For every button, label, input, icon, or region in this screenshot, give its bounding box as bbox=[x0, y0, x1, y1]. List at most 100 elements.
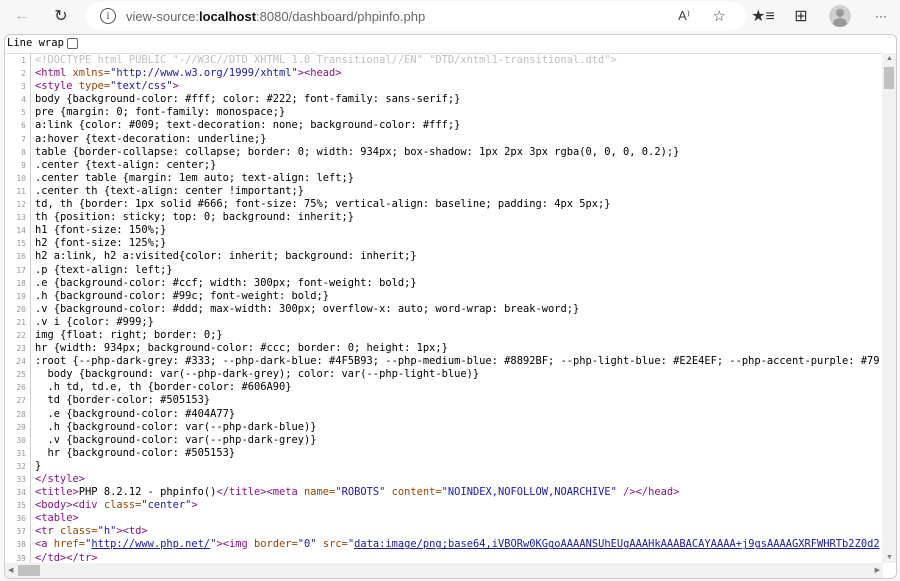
token-val: "NOINDEX,NOFOLLOW,NOARCHIVE" bbox=[441, 486, 617, 499]
source-link[interactable]: data:image/png;base64,iVBORw0KGgoAAAANSU… bbox=[354, 538, 879, 550]
line-content: h2 {font-size: 125%;} bbox=[31, 237, 166, 250]
token-attr: xmlns= bbox=[66, 67, 111, 80]
url-text[interactable]: view-source:localhost:8080/dashboard/php… bbox=[126, 9, 425, 24]
url-scheme: view-source: bbox=[126, 8, 199, 24]
line-number: 35 bbox=[5, 499, 31, 513]
source-line: 27 td {border-color: #505153} bbox=[5, 394, 883, 408]
line-content: .v {background-color: #ddd; max-width: 3… bbox=[31, 303, 579, 316]
source-line: 37 <tr class="h"><td> bbox=[5, 525, 883, 539]
token-tag: > bbox=[172, 80, 179, 93]
line-content: <a href="http://www.php.net/"><img borde… bbox=[31, 538, 880, 551]
line-content: table {border-collapse: collapse; border… bbox=[31, 146, 679, 159]
token-tag: <style bbox=[35, 80, 73, 93]
line-number: 34 bbox=[5, 486, 31, 500]
token-text: .center th {text-align: center !importan… bbox=[35, 184, 304, 197]
line-content: .h {background-color: #99c; font-weight:… bbox=[31, 290, 329, 303]
token-tag: <body><div bbox=[35, 499, 98, 512]
source-line: 31 hr {background-color: #505153} bbox=[5, 446, 883, 460]
line-number: 33 bbox=[5, 473, 31, 487]
source-line: 22 img {float: right; border: 0;} bbox=[5, 328, 883, 343]
line-number: 2 bbox=[5, 67, 31, 81]
token-text: .h td, td.e, th {border-color: #606A90} bbox=[35, 381, 292, 394]
line-number: 37 bbox=[5, 525, 31, 539]
site-info-icon[interactable]: i bbox=[100, 8, 116, 24]
token-text: h2 a:link, h2 a:visited{color: inherit; … bbox=[35, 250, 417, 263]
token-tag: </td></tr> bbox=[35, 551, 98, 563]
token-text: img {float: right; border: 0;} bbox=[35, 328, 223, 341]
vertical-scrollbar[interactable]: ▲ ▼ bbox=[882, 53, 896, 563]
token-val: "0" bbox=[297, 538, 317, 551]
token-text: .center {text-align: center;} bbox=[35, 158, 217, 171]
token-text: body {background-color: #fff; color: #22… bbox=[35, 93, 461, 106]
token-val: "ROBOTS" bbox=[335, 486, 386, 499]
token-tag: <html bbox=[35, 67, 67, 80]
line-number: 20 bbox=[5, 302, 31, 316]
token-text: .v i {color: #999;} bbox=[35, 315, 154, 328]
scroll-right-icon[interactable]: ▶ bbox=[875, 566, 880, 574]
source-line: 1 <!DOCTYPE html PUBLIC "-//W3C//DTD XHTM… bbox=[5, 54, 883, 68]
horizontal-scroll-thumb[interactable] bbox=[18, 565, 40, 576]
token-text: h1 {font-size: 150%;} bbox=[35, 224, 167, 237]
line-number: 26 bbox=[5, 381, 31, 395]
line-content: </style> bbox=[31, 473, 85, 486]
line-number: 16 bbox=[5, 250, 31, 264]
collections-icon[interactable]: ⊞ bbox=[789, 5, 813, 27]
line-wrap-checkbox[interactable] bbox=[66, 37, 78, 49]
refresh-icon[interactable]: ↻ bbox=[49, 5, 73, 27]
token-tag: </title><meta bbox=[216, 486, 298, 499]
line-content: td, th {border: 1px solid #666; font-siz… bbox=[31, 198, 611, 211]
line-wrap-toggle[interactable]: Line wrap bbox=[7, 37, 78, 49]
line-content: h2 a:link, h2 a:visited{color: inherit; … bbox=[31, 250, 417, 263]
token-tag: <tr bbox=[35, 525, 54, 538]
line-content: h1 {font-size: 150%;} bbox=[31, 224, 166, 237]
scroll-down-icon[interactable]: ▼ bbox=[886, 554, 893, 561]
source-line: 10 .center table {margin: 1em auto; text-… bbox=[5, 171, 883, 185]
line-content: .p {text-align: left;} bbox=[31, 264, 173, 277]
source-line: 21 .v i {color: #999;} bbox=[5, 315, 883, 329]
favorites-icon[interactable]: ★≡ bbox=[751, 5, 775, 27]
more-menu-icon[interactable]: ··· bbox=[869, 5, 893, 27]
add-favorite-icon[interactable]: ☆ bbox=[713, 7, 726, 25]
token-text: h2 {font-size: 125%;} bbox=[35, 237, 167, 250]
source-line: 16 h2 a:link, h2 a:visited{color: inherit… bbox=[5, 250, 883, 264]
line-number: 22 bbox=[5, 328, 31, 343]
back-arrow-icon[interactable]: ← bbox=[10, 5, 34, 27]
source-link[interactable]: http://www.php.net/ bbox=[91, 538, 210, 550]
scroll-up-icon[interactable]: ▲ bbox=[886, 55, 893, 62]
source-line: 18 .e {background-color: #ccf; width: 300… bbox=[5, 276, 883, 290]
source-line: 7 a:hover {text-decoration: underline;} bbox=[5, 132, 883, 146]
token-text: .center table {margin: 1em auto; text-al… bbox=[35, 171, 355, 184]
vertical-scroll-thumb[interactable] bbox=[884, 67, 894, 89]
token-tag: <a bbox=[35, 538, 48, 551]
scroll-left-icon[interactable]: ◀ bbox=[8, 566, 13, 574]
line-number: 14 bbox=[5, 224, 31, 238]
line-content: <style type="text/css"> bbox=[31, 80, 179, 93]
token-text: th {position: sticky; top: 0; background… bbox=[35, 211, 355, 224]
line-number: 3 bbox=[5, 80, 31, 94]
line-content: <title>PHP 8.2.12 - phpinfo()</title><me… bbox=[31, 486, 679, 499]
line-number: 4 bbox=[5, 93, 31, 107]
line-content: a:hover {text-decoration: underline;} bbox=[31, 133, 266, 146]
source-line: 24:root {--php-dark-grey: #333; --php-da… bbox=[5, 355, 883, 369]
address-bar[interactable]: i view-source:localhost:8080/dashboard/p… bbox=[86, 2, 746, 30]
line-number: 10 bbox=[5, 171, 31, 185]
token-text: :root {--php-dark-grey: #333; --php-dark… bbox=[35, 355, 880, 368]
source-line: 11 .center th {text-align: center !import… bbox=[5, 184, 883, 199]
token-text: .p {text-align: left;} bbox=[35, 263, 173, 276]
token-text: pre {margin: 0; font-family: monospace;} bbox=[35, 106, 286, 119]
line-content: .v i {color: #999;} bbox=[31, 316, 154, 329]
horizontal-scrollbar[interactable]: ◀ ▶ bbox=[5, 563, 883, 578]
source-line: 14 h1 {font-size: 150%;} bbox=[5, 224, 883, 238]
line-number: 7 bbox=[5, 132, 31, 146]
line-content: .e {background-color: #404A77} bbox=[31, 408, 236, 421]
token-text: PHP 8.2.12 - phpinfo() bbox=[78, 486, 217, 499]
token-val: "h" bbox=[97, 525, 117, 538]
line-number: 8 bbox=[5, 145, 31, 159]
token-attr: type= bbox=[72, 80, 111, 93]
read-aloud-icon[interactable]: A⁾ bbox=[678, 8, 690, 24]
source-line: 4 body {background-color: #fff; color: #2… bbox=[5, 93, 883, 107]
line-number: 1 bbox=[5, 54, 31, 68]
line-number: 11 bbox=[5, 184, 31, 199]
profile-avatar[interactable] bbox=[829, 5, 851, 27]
token-text: td {border-color: #505153} bbox=[35, 394, 211, 407]
